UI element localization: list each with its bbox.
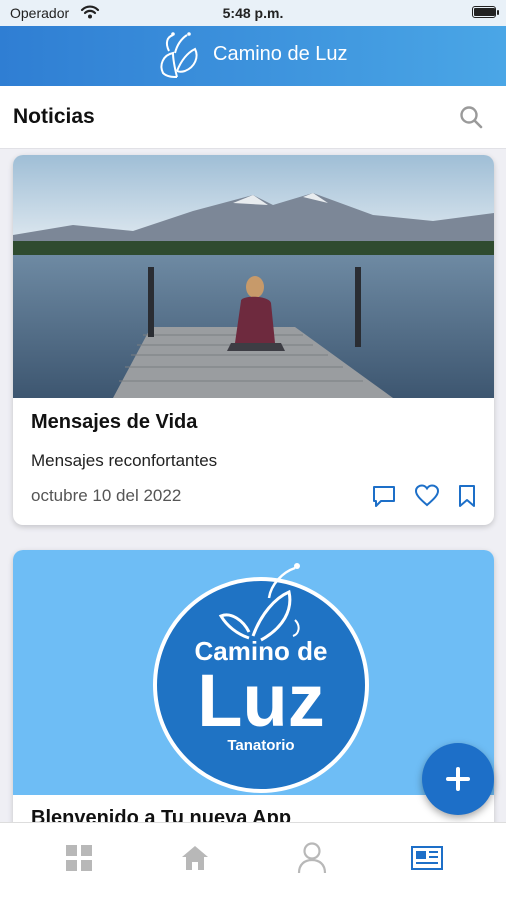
status-bar: Operador 5:48 p.m. [0,0,506,26]
add-button[interactable] [422,743,494,815]
search-icon[interactable] [458,104,484,130]
tab-bar [0,822,506,901]
home-icon[interactable] [180,843,210,873]
section-header: Noticias [0,86,506,149]
clock: 5:48 p.m. [222,5,284,21]
bookmark-icon[interactable] [456,483,478,509]
section-title: Noticias [13,105,95,128]
plus-icon [446,767,470,791]
battery-icon [472,6,499,18]
butterfly-icon [160,32,198,78]
post-actions [359,483,478,509]
logo-line3: Tanatorio [227,737,294,754]
user-icon[interactable] [296,841,328,875]
logo-line2: Luz [197,659,324,742]
news-card[interactable]: Mensajes de Vida Mensajes reconfortantes… [13,155,494,525]
app-header: Camino de Luz [0,26,506,86]
app-title: Camino de Luz [213,43,348,65]
comment-icon[interactable] [371,483,397,509]
post-subtitle: Mensajes reconfortantes [31,451,218,470]
news-icon[interactable] [408,843,446,873]
grid-icon[interactable] [64,843,94,873]
post-title[interactable]: Mensajes de Vida [31,411,197,434]
heart-icon[interactable] [414,483,440,509]
post-date: octubre 10 del 2022 [31,486,182,505]
post-image [13,155,494,398]
